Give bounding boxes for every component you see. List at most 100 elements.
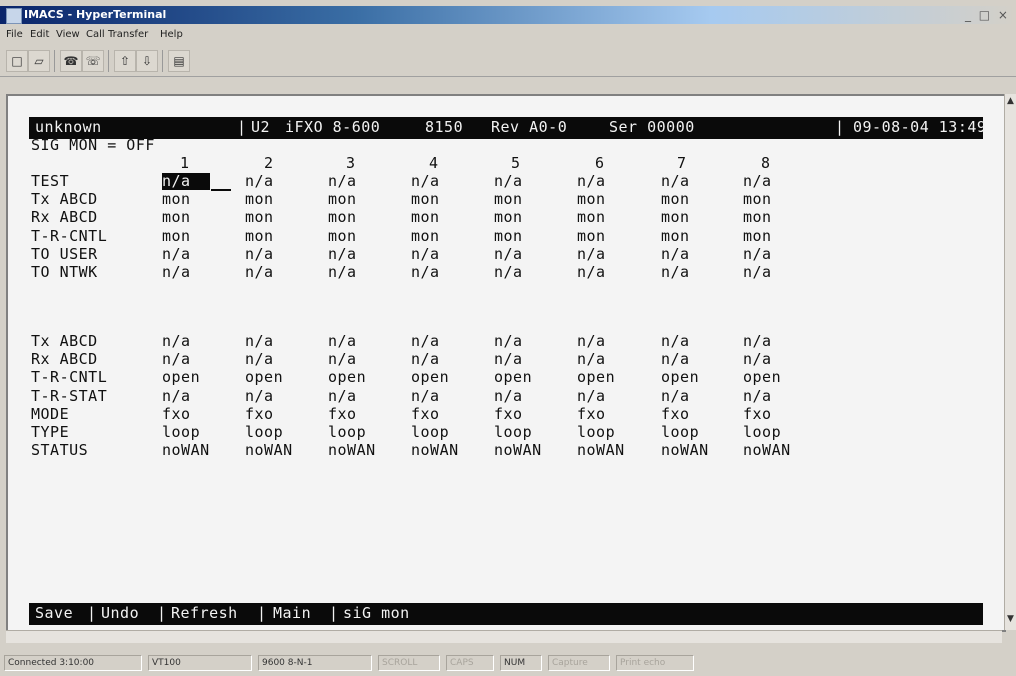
grid-cell[interactable]: n/a	[661, 333, 690, 350]
grid-cell[interactable]: noWAN	[494, 442, 542, 459]
grid-cell[interactable]: open	[494, 369, 532, 386]
grid-cell[interactable]: open	[162, 369, 200, 386]
grid-cell[interactable]: noWAN	[661, 442, 709, 459]
menu-file[interactable]: File	[6, 29, 23, 40]
grid-cell[interactable]: loop	[328, 424, 366, 441]
grid-cell[interactable]: open	[328, 369, 366, 386]
vertical-scrollbar[interactable]: ▲ ▼	[1004, 94, 1016, 630]
grid-cell[interactable]: mon	[162, 209, 191, 226]
sig-mon-command[interactable]: siG mon	[343, 605, 410, 622]
grid-cell[interactable]: n/a	[328, 351, 357, 368]
grid-cell[interactable]: fxo	[661, 405, 690, 423]
scroll-up-icon[interactable]: ▲	[1007, 96, 1014, 106]
grid-cell[interactable]: n/a	[245, 351, 274, 368]
grid-cell[interactable]: mon	[661, 209, 690, 226]
grid-cell[interactable]: n/a	[411, 245, 440, 263]
grid-cell[interactable]: loop	[743, 424, 781, 441]
grid-cell[interactable]: n/a	[494, 387, 523, 405]
grid-cell[interactable]: n/a	[245, 264, 274, 281]
new-connection-icon[interactable]: □	[6, 50, 28, 72]
grid-cell[interactable]: n/a	[661, 245, 690, 263]
menu-call[interactable]: Call	[86, 29, 105, 40]
open-icon[interactable]: ▱	[28, 50, 50, 72]
grid-cell[interactable]: noWAN	[245, 442, 293, 459]
grid-cell[interactable]: fxo	[411, 405, 440, 423]
grid-cell[interactable]: n/a	[577, 264, 606, 281]
grid-cell[interactable]: n/a	[661, 387, 690, 405]
grid-cell[interactable]: n/a	[494, 173, 523, 190]
grid-cell[interactable]: n/a	[162, 173, 191, 190]
grid-cell[interactable]: loop	[577, 424, 615, 441]
title-bar[interactable]: IMACS - HyperTerminal _ □ ×	[0, 6, 1016, 24]
grid-cell[interactable]: n/a	[577, 351, 606, 368]
grid-cell[interactable]: mon	[743, 227, 772, 245]
grid-cell[interactable]: n/a	[411, 264, 440, 281]
grid-cell[interactable]: n/a	[494, 333, 523, 350]
grid-cell[interactable]: noWAN	[577, 442, 625, 459]
grid-cell[interactable]: mon	[661, 227, 690, 245]
grid-cell[interactable]: n/a	[577, 387, 606, 405]
grid-cell[interactable]: fxo	[245, 405, 274, 423]
grid-cell[interactable]: noWAN	[162, 442, 210, 459]
grid-cell[interactable]: n/a	[661, 173, 690, 190]
save-command[interactable]: Save	[35, 605, 73, 622]
grid-cell[interactable]: mon	[411, 227, 440, 245]
grid-cell[interactable]: fxo	[328, 405, 357, 423]
grid-cell[interactable]: n/a	[162, 351, 191, 368]
grid-cell[interactable]: mon	[411, 191, 440, 208]
hang-up-icon[interactable]: ☏	[82, 50, 104, 72]
grid-cell[interactable]: mon	[162, 191, 191, 208]
grid-cell[interactable]: n/a	[328, 245, 357, 263]
grid-cell[interactable]: n/a	[661, 351, 690, 368]
grid-cell[interactable]: loop	[411, 424, 449, 441]
grid-cell[interactable]: mon	[743, 191, 772, 208]
grid-cell[interactable]: n/a	[328, 173, 357, 190]
grid-cell[interactable]: n/a	[411, 333, 440, 350]
grid-cell[interactable]: n/a	[162, 333, 191, 350]
grid-cell[interactable]: n/a	[162, 264, 191, 281]
grid-cell[interactable]: n/a	[162, 387, 191, 405]
grid-cell[interactable]: noWAN	[411, 442, 459, 459]
grid-cell[interactable]: open	[245, 369, 283, 386]
properties-icon[interactable]: ▤	[168, 50, 190, 72]
grid-cell[interactable]: n/a	[743, 264, 772, 281]
grid-cell[interactable]: mon	[411, 209, 440, 226]
grid-cell[interactable]: mon	[245, 209, 274, 226]
refresh-command[interactable]: Refresh	[171, 605, 238, 622]
grid-cell[interactable]: n/a	[494, 264, 523, 281]
grid-cell[interactable]: n/a	[577, 333, 606, 350]
phone-dial-icon[interactable]: ☎	[60, 50, 82, 72]
grid-cell[interactable]: mon	[494, 191, 523, 208]
grid-cell[interactable]: n/a	[328, 264, 357, 281]
grid-cell[interactable]: loop	[661, 424, 699, 441]
grid-cell[interactable]: mon	[577, 227, 606, 245]
grid-cell[interactable]: mon	[328, 227, 357, 245]
grid-cell[interactable]: fxo	[162, 405, 191, 423]
grid-cell[interactable]: mon	[328, 191, 357, 208]
grid-cell[interactable]: open	[661, 369, 699, 386]
grid-cell[interactable]: open	[577, 369, 615, 386]
grid-cell[interactable]: mon	[494, 227, 523, 245]
grid-cell[interactable]: n/a	[411, 387, 440, 405]
undo-command[interactable]: Undo	[101, 605, 139, 622]
terminal-screen[interactable]: unknown | U2 iFXO 8-600 8150 Rev A0-0 Se…	[21, 107, 991, 625]
grid-cell[interactable]: n/a	[328, 387, 357, 405]
grid-cell[interactable]: open	[743, 369, 781, 386]
grid-cell[interactable]: n/a	[328, 333, 357, 350]
menu-edit[interactable]: Edit	[30, 29, 49, 40]
grid-cell[interactable]: n/a	[494, 351, 523, 368]
grid-cell[interactable]: mon	[245, 191, 274, 208]
grid-cell[interactable]: n/a	[245, 333, 274, 350]
grid-cell[interactable]: mon	[162, 227, 191, 245]
grid-cell[interactable]: n/a	[411, 351, 440, 368]
menu-view[interactable]: View	[56, 29, 80, 40]
grid-cell[interactable]: mon	[661, 191, 690, 208]
main-command[interactable]: Main	[273, 605, 311, 622]
grid-cell[interactable]: loop	[245, 424, 283, 441]
grid-cell[interactable]: loop	[494, 424, 532, 441]
grid-cell[interactable]: n/a	[245, 173, 274, 190]
grid-cell[interactable]: mon	[328, 209, 357, 226]
grid-cell[interactable]: n/a	[577, 245, 606, 263]
grid-cell[interactable]: noWAN	[328, 442, 376, 459]
grid-cell[interactable]: loop	[162, 424, 200, 441]
